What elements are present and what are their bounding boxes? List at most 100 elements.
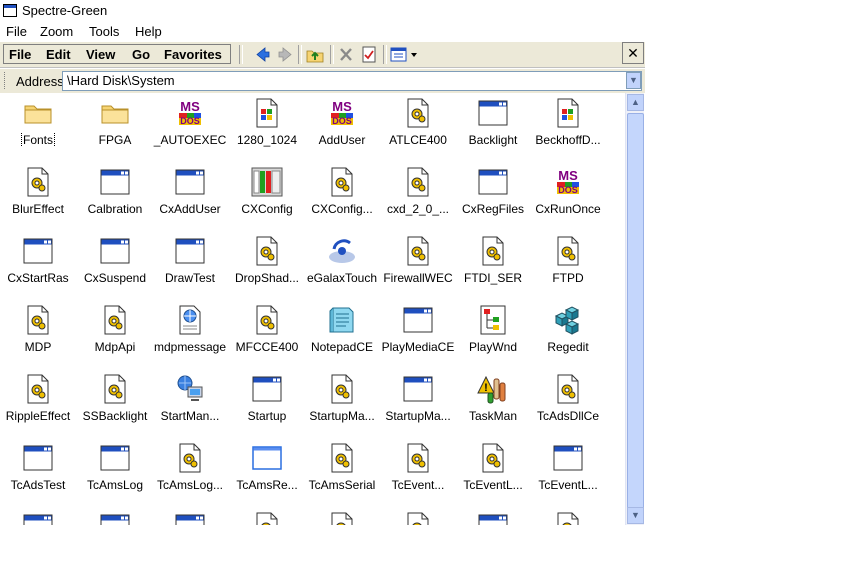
file-item[interactable] bbox=[0, 507, 76, 525]
file-item[interactable]: ATLCE400 bbox=[380, 93, 456, 161]
file-item[interactable]: CxRegFiles bbox=[455, 162, 531, 230]
application-window-icon bbox=[22, 442, 54, 474]
delete-icon[interactable] bbox=[336, 45, 356, 64]
file-item-label: RippleEffect bbox=[5, 409, 71, 423]
file-item-label: _AUTOEXEC bbox=[153, 133, 227, 147]
gear-document-icon bbox=[22, 373, 54, 405]
gear-document-icon bbox=[326, 442, 358, 474]
file-item-label: AddUser bbox=[318, 133, 366, 147]
file-item[interactable] bbox=[380, 507, 456, 525]
back-arrow-icon[interactable] bbox=[253, 45, 273, 64]
file-item[interactable]: CXConfig... bbox=[304, 162, 380, 230]
application-window-icon bbox=[174, 166, 206, 198]
scroll-down-button[interactable]: ▼ bbox=[627, 507, 644, 524]
file-item[interactable]: PlayWnd bbox=[455, 300, 531, 368]
file-item[interactable]: 1280_1024 bbox=[229, 93, 305, 161]
file-item[interactable]: CxSuspend bbox=[77, 231, 153, 299]
address-input[interactable]: \Hard Disk\System bbox=[62, 71, 642, 91]
cmd-favorites[interactable]: Favorites bbox=[164, 47, 222, 62]
cmd-file[interactable]: File bbox=[9, 47, 31, 62]
command-bar: File Edit View Go Favorites bbox=[3, 44, 231, 64]
file-item[interactable]: Startup bbox=[229, 369, 305, 437]
application-window-icon bbox=[552, 442, 584, 474]
file-item[interactable]: DrawTest bbox=[152, 231, 228, 299]
file-item[interactable]: MS DOS AddUser bbox=[304, 93, 380, 161]
file-item[interactable]: BeckhoffD... bbox=[530, 93, 606, 161]
file-item[interactable]: FTPD bbox=[530, 231, 606, 299]
up-folder-icon[interactable] bbox=[305, 45, 325, 64]
file-item[interactable]: MDP bbox=[0, 300, 76, 368]
file-item[interactable]: Regedit bbox=[530, 300, 606, 368]
file-item[interactable]: PlayMediaCE bbox=[380, 300, 456, 368]
views-dropdown-icon[interactable] bbox=[388, 45, 422, 64]
file-item[interactable]: Backlight bbox=[455, 93, 531, 161]
file-item-label: MDP bbox=[24, 340, 52, 354]
file-item[interactable]: Calbration bbox=[77, 162, 153, 230]
file-item[interactable]: ! TaskMan bbox=[455, 369, 531, 437]
forward-arrow-icon[interactable] bbox=[275, 45, 295, 64]
file-item[interactable]: CxStartRas bbox=[0, 231, 76, 299]
toolbar-grip[interactable] bbox=[4, 72, 8, 89]
file-item[interactable]: TcAmsRe... bbox=[229, 438, 305, 506]
file-item[interactable]: StartupMa... bbox=[304, 369, 380, 437]
menu-zoom[interactable]: Zoom bbox=[40, 24, 73, 39]
svg-text:DOS: DOS bbox=[180, 116, 200, 126]
properties-icon[interactable] bbox=[359, 45, 379, 64]
file-item[interactable] bbox=[455, 507, 531, 525]
close-button[interactable]: ✕ bbox=[622, 42, 644, 64]
cmd-edit[interactable]: Edit bbox=[46, 47, 71, 62]
menu-file[interactable]: File bbox=[6, 24, 27, 39]
file-item[interactable]: TcEventL... bbox=[530, 438, 606, 506]
file-item[interactable]: TcAdsDllCe bbox=[530, 369, 606, 437]
file-item[interactable]: eGalaxTouch bbox=[304, 231, 380, 299]
file-item[interactable]: DropShad... bbox=[229, 231, 305, 299]
file-item[interactable]: StartupMa... bbox=[380, 369, 456, 437]
menu-help[interactable]: Help bbox=[135, 24, 162, 39]
scroll-up-button[interactable]: ▲ bbox=[627, 94, 644, 111]
file-list-view[interactable]: Fonts FPGA MS DOS _AUTOEXEC 1280_1024 MS DOS Add… bbox=[0, 93, 625, 525]
file-item[interactable]: CXConfig bbox=[229, 162, 305, 230]
file-item[interactable] bbox=[229, 507, 305, 525]
file-item-label: TcEventL... bbox=[463, 478, 523, 492]
file-item[interactable]: TcAmsSerial bbox=[304, 438, 380, 506]
file-item[interactable]: mdpmessage bbox=[152, 300, 228, 368]
file-item[interactable]: BlurEffect bbox=[0, 162, 76, 230]
cmd-go[interactable]: Go bbox=[132, 47, 150, 62]
file-item[interactable]: SSBacklight bbox=[77, 369, 153, 437]
menu-tools[interactable]: Tools bbox=[89, 24, 119, 39]
address-dropdown-button[interactable]: ▼ bbox=[626, 72, 641, 89]
file-item[interactable]: TcAdsTest bbox=[0, 438, 76, 506]
file-item[interactable]: MS DOS CxRunOnce bbox=[530, 162, 606, 230]
file-item-label: DrawTest bbox=[164, 271, 215, 285]
file-item[interactable]: Fonts bbox=[0, 93, 76, 161]
file-item[interactable] bbox=[530, 507, 606, 525]
file-item[interactable]: MFCCE400 bbox=[229, 300, 305, 368]
file-item[interactable]: FirewallWEC bbox=[380, 231, 456, 299]
file-item[interactable]: RippleEffect bbox=[0, 369, 76, 437]
file-item[interactable] bbox=[77, 507, 153, 525]
application-window-icon bbox=[251, 373, 283, 405]
file-item[interactable]: CxAddUser bbox=[152, 162, 228, 230]
file-item-label: eGalaxTouch bbox=[306, 271, 378, 285]
vertical-scrollbar[interactable]: ▲ ▼ bbox=[625, 93, 644, 525]
file-item[interactable]: TcAmsLog... bbox=[152, 438, 228, 506]
file-item[interactable] bbox=[152, 507, 228, 525]
file-item-label: TcAmsLog... bbox=[156, 478, 224, 492]
cmd-view[interactable]: View bbox=[86, 47, 115, 62]
gear-document-icon bbox=[326, 511, 358, 525]
file-item[interactable]: cxd_2_0_... bbox=[380, 162, 456, 230]
svg-text:!: ! bbox=[484, 382, 488, 394]
file-item[interactable]: NotepadCE bbox=[304, 300, 380, 368]
file-item[interactable]: TcAmsLog bbox=[77, 438, 153, 506]
file-item[interactable]: TcEvent... bbox=[380, 438, 456, 506]
file-item[interactable] bbox=[304, 507, 380, 525]
file-item[interactable]: StartMan... bbox=[152, 369, 228, 437]
file-item[interactable]: MdpApi bbox=[77, 300, 153, 368]
file-item[interactable]: TcEventL... bbox=[455, 438, 531, 506]
gear-document-icon bbox=[477, 235, 509, 267]
file-item[interactable]: FTDI_SER bbox=[455, 231, 531, 299]
scroll-thumb[interactable] bbox=[627, 113, 644, 513]
file-item[interactable]: MS DOS _AUTOEXEC bbox=[152, 93, 228, 161]
file-item-label: FTPD bbox=[552, 271, 584, 285]
file-item[interactable]: FPGA bbox=[77, 93, 153, 161]
